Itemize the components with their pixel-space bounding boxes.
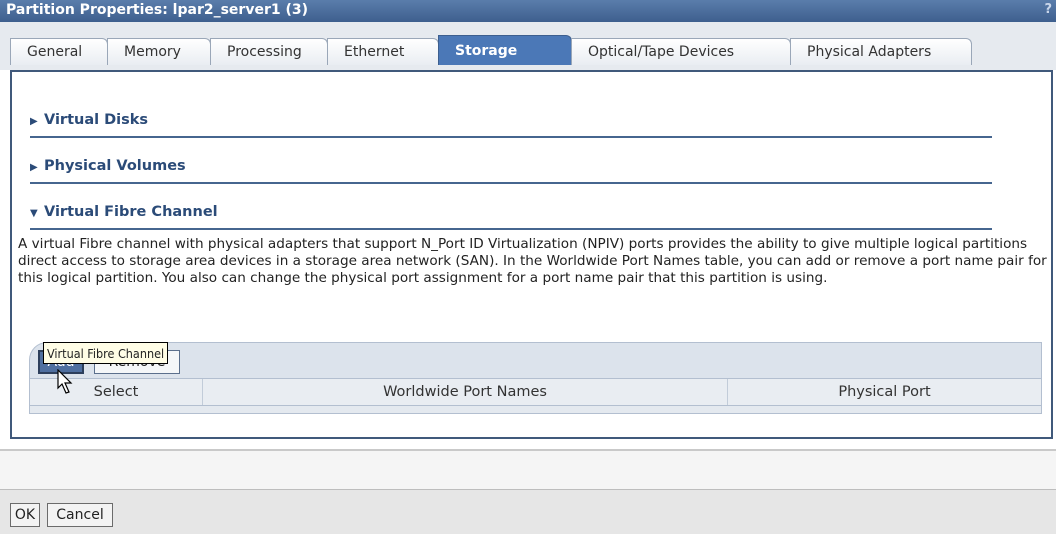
section-physical-volumes[interactable]: ▶ Physical Volumes [30,154,992,184]
section-header-physical-volumes[interactable]: ▶ Physical Volumes [30,158,186,174]
table-footer [29,406,1042,414]
table-header: Select Worldwide Port Names Physical Por… [29,378,1042,406]
title-bar: Partition Properties: lpar2_server1 (3) … [0,0,1056,22]
section-virtual-disks[interactable]: ▶ Virtual Disks [30,108,992,138]
mouse-pointer-icon [57,369,73,394]
help-icon[interactable]: ? [1044,2,1052,17]
tab-optical-tape-devices[interactable]: Optical/Tape Devices [571,38,791,65]
column-header-worldwide-port-names[interactable]: Worldwide Port Names [203,379,728,405]
section-header-virtual-disks[interactable]: ▶ Virtual Disks [30,112,148,128]
tab-storage[interactable]: Storage [438,35,572,65]
window-title: Partition Properties: lpar2_server1 (3) [6,2,308,18]
section-header-virtual-fibre-channel[interactable]: ▼ Virtual Fibre Channel [30,204,218,220]
column-header-physical-port[interactable]: Physical Port [728,379,1041,405]
storage-panel: ▶ Virtual Disks ▶ Physical Volumes ▼ Virtua… [10,70,1053,439]
section-label: Physical Volumes [44,158,186,174]
tab-general[interactable]: General [10,38,108,65]
tab-strip: General Memory Processing Ethernet Stora… [0,22,1056,70]
tab-memory[interactable]: Memory [107,38,211,65]
expand-arrow-icon: ▶ [30,116,38,127]
collapse-arrow-icon: ▼ [30,208,38,219]
expand-arrow-icon: ▶ [30,162,38,173]
description-text: A virtual Fibre channel with physical ad… [18,236,1047,286]
status-area [0,451,1056,489]
section-label: Virtual Disks [44,112,149,128]
tab-physical-adapters[interactable]: Physical Adapters [790,38,972,65]
tab-processing[interactable]: Processing [210,38,328,65]
section-label: Virtual Fibre Channel [44,204,218,220]
cancel-button[interactable]: Cancel [47,503,113,527]
dialog-button-bar: OK Cancel [0,489,1056,534]
wwpn-table: Add Remove Select Worldwide Port Names P… [29,342,1042,420]
column-header-select[interactable]: Select [30,379,203,405]
section-virtual-fibre-channel[interactable]: ▼ Virtual Fibre Channel [30,200,992,230]
ok-button[interactable]: OK [10,503,40,527]
tooltip: Virtual Fibre Channel [43,342,169,364]
table-toolbar: Add Remove [29,342,1042,378]
tab-ethernet[interactable]: Ethernet [327,38,439,65]
